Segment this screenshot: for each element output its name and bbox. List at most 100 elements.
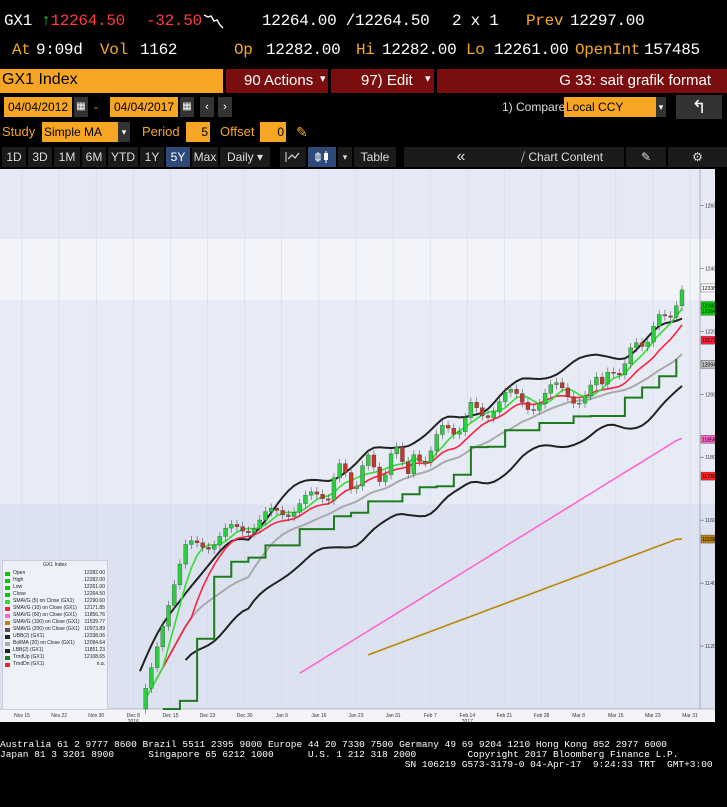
- footer: Australia 61 2 9777 8600 Brazil 5511 239…: [0, 740, 727, 770]
- legend-item: SMAVG (60) on Close (GX1) 11856.76: [3, 612, 107, 619]
- candle: [480, 407, 485, 416]
- edit-chart-icon[interactable]: ✎: [626, 147, 666, 167]
- x-tick-label: Dec 30: [237, 713, 253, 719]
- candle: [434, 434, 439, 452]
- legend-item: LBB(2) (GX1) 11851.23: [3, 647, 107, 654]
- legend-swatch: [5, 620, 10, 625]
- candle: [537, 403, 542, 411]
- candle: [217, 536, 223, 546]
- ticker: GX1: [4, 12, 32, 30]
- security-field[interactable]: GX1 Index: [0, 69, 223, 93]
- candle: [360, 465, 365, 487]
- chart-content-button[interactable]: ⧸ Chart Content: [500, 147, 624, 167]
- candle: [177, 563, 183, 585]
- candlestick-icon[interactable]: [308, 147, 336, 167]
- legend-item: SMAVG (5) on Close (GX1) 12290.60: [3, 598, 107, 605]
- candle: [189, 540, 194, 545]
- range-5y[interactable]: 5Y: [166, 147, 190, 167]
- candle: [263, 511, 268, 521]
- frequency-label: Daily: [226, 150, 254, 164]
- legend-item: BollMA (20) on Close (GX1) 12094.64: [3, 640, 107, 647]
- last-price: 12264.50: [50, 12, 126, 30]
- back-arrow-icon[interactable]: ↰: [676, 95, 722, 119]
- legend-item: SMAVG (100) on Close (GX1) 11539.77: [3, 619, 107, 626]
- legend-item: Low 12261.00: [3, 584, 107, 591]
- legend-panel: GX1 Index Open 12282.00 High 12282.00 Low 122…: [2, 560, 108, 710]
- legend-value: 12290.60: [84, 598, 105, 604]
- range-1y[interactable]: 1Y: [140, 147, 164, 167]
- currency-select[interactable]: Local CCY: [564, 97, 656, 117]
- candle: [166, 605, 171, 627]
- period-input[interactable]: 5: [186, 122, 210, 142]
- gear-icon[interactable]: ⚙: [668, 147, 727, 167]
- chevron-down-icon[interactable]: ▾: [118, 122, 130, 142]
- bid-ask-size: 2 x 1: [452, 12, 499, 30]
- x-tick-label: Jan 31: [386, 713, 401, 719]
- candle: [542, 393, 548, 405]
- at-label: At: [12, 41, 31, 59]
- candle: [291, 512, 297, 517]
- footer-line-3: SN 106219 G573-3179-0 04-Apr-17 9:24:33 …: [0, 759, 713, 770]
- prev-value: 12297.00: [570, 12, 645, 30]
- range-1m[interactable]: 1M: [54, 147, 80, 167]
- compare-label[interactable]: 1) Compare: [502, 97, 565, 117]
- study-select[interactable]: Simple MA: [42, 122, 118, 142]
- actions-menu[interactable]: 90 Actions ▾: [226, 69, 328, 93]
- candle: [514, 389, 519, 394]
- candle: [548, 384, 553, 394]
- legend-value: 12108.65: [84, 654, 105, 660]
- x-tick-label: Mar 15: [608, 713, 624, 719]
- offset-label: Offset: [220, 124, 255, 139]
- legend-item: High 12282.00: [3, 577, 107, 584]
- x-tick-label: Mar 23: [645, 713, 661, 719]
- legend-label: TrndUp (GX1): [13, 654, 45, 660]
- high-value: 12282.00: [382, 41, 457, 59]
- candle: [520, 393, 525, 403]
- range-1d[interactable]: 1D: [2, 147, 26, 167]
- calendar-icon[interactable]: ▦: [74, 97, 88, 117]
- candle: [622, 363, 628, 376]
- security-name: GX1 Index: [2, 71, 78, 88]
- range-ytd[interactable]: YTD: [108, 147, 138, 167]
- legend-item: Open 12282.00: [3, 570, 107, 577]
- end-date-input[interactable]: 04/04/2017: [110, 97, 178, 117]
- band: [0, 299, 715, 505]
- period-label: Period: [142, 124, 180, 139]
- range-3d[interactable]: 3D: [28, 147, 52, 167]
- chevron-down-icon[interactable]: ▾: [338, 147, 352, 167]
- candle: [251, 528, 257, 533]
- vol-value: 1162: [140, 41, 178, 59]
- chevron-right-icon[interactable]: ›: [218, 97, 232, 117]
- start-date-input[interactable]: 04/04/2012: [4, 97, 72, 117]
- line-chart-icon[interactable]: [280, 147, 306, 167]
- range-6m[interactable]: 6M: [82, 147, 106, 167]
- offset-input[interactable]: 0: [260, 122, 286, 142]
- x-tick-label: Jan 16: [311, 713, 326, 719]
- frequency-select[interactable]: Daily ▾: [220, 147, 270, 167]
- candle: [183, 544, 188, 565]
- edit-menu[interactable]: 97) Edit ▾: [331, 69, 434, 93]
- open-label: Op: [234, 41, 253, 59]
- candle: [491, 411, 496, 418]
- vol-label: Vol: [100, 41, 128, 59]
- table-button[interactable]: Table: [354, 147, 396, 167]
- candle: [331, 477, 337, 501]
- x-tick-label: Mar 31: [682, 713, 698, 719]
- candle: [440, 425, 445, 435]
- legend-value: 12261.00: [84, 584, 105, 590]
- chevron-left-icon[interactable]: ‹: [200, 97, 214, 117]
- pencil-icon[interactable]: ✎: [296, 122, 308, 142]
- candle: [560, 382, 565, 389]
- legend-label: High: [13, 577, 24, 583]
- x-tick-label: Dec 15: [163, 713, 179, 719]
- low-label: Lo: [466, 41, 485, 59]
- chevron-down-icon[interactable]: ▾: [656, 97, 666, 117]
- calendar-icon[interactable]: ▦: [180, 97, 194, 117]
- chart-content-icon: ⧸: [520, 150, 526, 164]
- x-tick-label: Feb 7: [424, 713, 437, 719]
- legend-value: 12264.50: [84, 591, 105, 597]
- range-max[interactable]: Max: [192, 147, 218, 167]
- candle: [212, 544, 217, 550]
- legend-swatch: [5, 592, 10, 597]
- legend-swatch: [5, 606, 10, 611]
